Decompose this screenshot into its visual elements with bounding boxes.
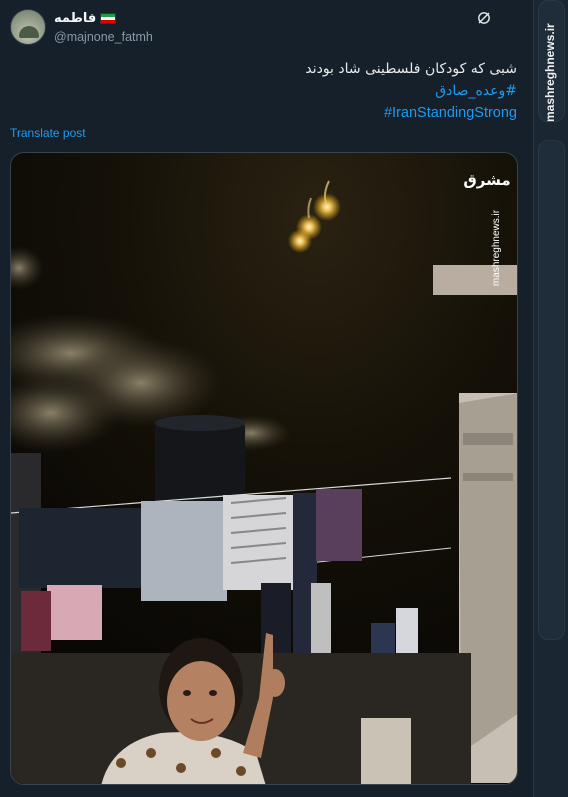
author-avatar[interactable] xyxy=(10,9,46,45)
tweet-card: فاطمه @majnone_fatmh شبی که کودکان فلسطی… xyxy=(0,0,533,797)
sidebar-pill xyxy=(538,140,565,640)
site-label: mashreghnews.ir xyxy=(543,23,557,122)
author-display-name[interactable]: فاطمه xyxy=(54,11,96,26)
hashtag-link[interactable]: #وعده_صادق xyxy=(305,80,517,102)
hashtag-link[interactable]: #IranStandingStrong xyxy=(305,102,517,124)
site-watermark-sidebar: mashreghnews.ir xyxy=(533,0,568,797)
grok-icon[interactable] xyxy=(477,11,491,25)
tweet-text: شبی که کودکان فلسطینی شاد بودند #وعده_صا… xyxy=(305,58,517,124)
author-name-row: فاطمه xyxy=(54,9,117,27)
watermark-url: mashreghnews.ir xyxy=(491,209,502,286)
night-sky-photo: مشرق mashreghnews.ir xyxy=(11,153,517,784)
iran-flag-icon xyxy=(100,12,117,24)
tweet-text-line: شبی که کودکان فلسطینی شاد بودند xyxy=(305,61,517,77)
author-handle[interactable]: @majnone_fatmh xyxy=(54,30,153,44)
watermark-logo: مشرق xyxy=(463,171,510,189)
tweet-media-image[interactable]: مشرق mashreghnews.ir xyxy=(10,152,518,785)
translate-post-link[interactable]: Translate post xyxy=(10,126,86,140)
